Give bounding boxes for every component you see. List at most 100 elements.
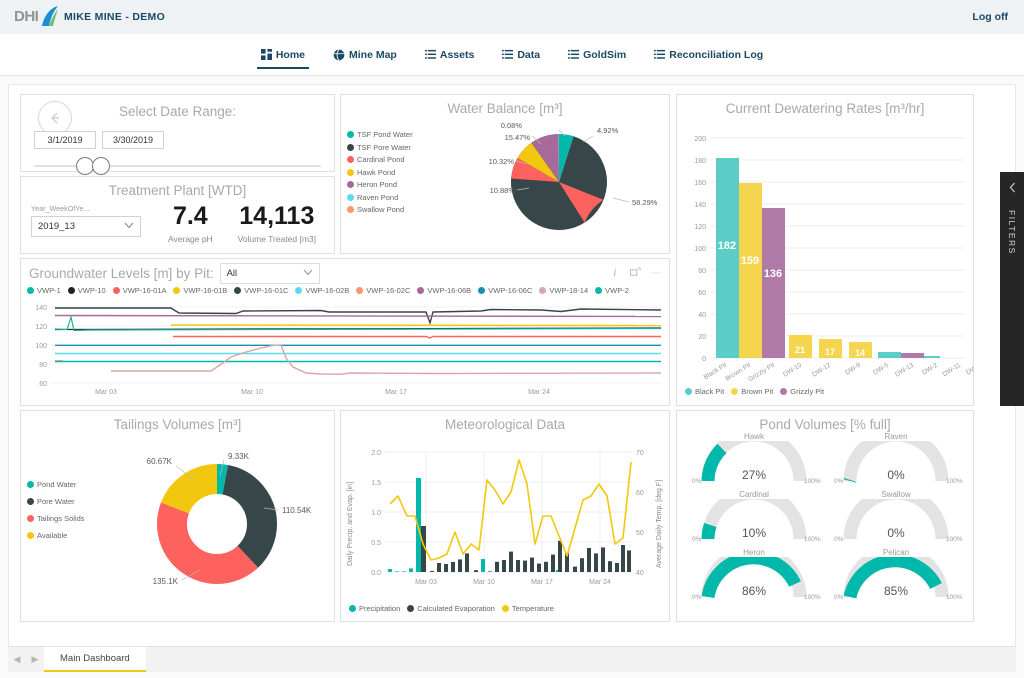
gauge-label: Cardinal: [739, 490, 769, 499]
legend-item[interactable]: Cardinal Pond: [347, 155, 437, 164]
tailings-donut-chart[interactable]: 9.33K 110.54K 135.1K 60.67K: [112, 432, 334, 614]
legend-item[interactable]: VWP-1: [27, 286, 61, 295]
svg-text:180: 180: [694, 158, 706, 165]
legend-item[interactable]: Precipitation: [349, 604, 400, 613]
filters-pane[interactable]: FILTERS: [1000, 172, 1024, 406]
legend-item[interactable]: Raven Pond: [347, 193, 437, 202]
average-ph-label: Average pH: [167, 234, 213, 244]
meteorological-title: Meteorological Data: [444, 417, 566, 432]
svg-text:14: 14: [855, 348, 865, 358]
pit-filter-select[interactable]: All: [219, 263, 320, 284]
legend-item[interactable]: Brown Pit: [731, 387, 773, 396]
legend-item[interactable]: TSF Pond Water: [347, 130, 437, 139]
slider-track-right[interactable]: [110, 165, 321, 167]
gauge-value: 85%: [884, 584, 908, 598]
legend-item[interactable]: VWP-16-06B: [417, 286, 471, 295]
svg-text:Mar 03: Mar 03: [415, 579, 437, 586]
svg-text:100: 100: [35, 343, 47, 350]
nav-item-reconciliation-log[interactable]: Reconciliation Log: [640, 34, 777, 75]
legend-item[interactable]: Grizzly Pit: [780, 387, 824, 396]
svg-text:DW-13: DW-13: [894, 362, 915, 379]
svg-text:60: 60: [636, 490, 644, 497]
dewatering-bar-chart[interactable]: 200 180 160 140 120 100 80 60 40 20 0 182 159 136: [677, 116, 983, 389]
legend-item[interactable]: Tailings Solids: [27, 514, 112, 523]
meteorological-chart[interactable]: Daily Precip. and Evap. [in] Average Dai…: [341, 432, 669, 602]
nav-item-data[interactable]: Data: [488, 34, 554, 75]
gauge-label: Swallow: [881, 490, 911, 499]
gauge-label: Heron: [743, 548, 765, 557]
legend-item[interactable]: TSF Pore Water: [347, 143, 437, 152]
nav-item-assets[interactable]: Assets: [411, 34, 488, 75]
nav-label-data: Data: [517, 48, 541, 61]
svg-text:60: 60: [39, 381, 47, 388]
end-date-input[interactable]: 3/30/2019: [102, 131, 164, 149]
legend-item[interactable]: Hawk Pond: [347, 168, 437, 177]
water-balance-pie[interactable]: 0.08% 4.92% 15.47% 10.32% 10.88% 58.29%: [437, 116, 669, 244]
focus-mode-icon[interactable]: [630, 266, 641, 281]
slider-track-left[interactable]: [34, 165, 76, 167]
more-options-icon[interactable]: ⋯: [651, 268, 661, 279]
slider-handle-end[interactable]: [92, 157, 110, 175]
nav-label-assets: Assets: [439, 48, 475, 61]
prev-arrow-icon[interactable]: ◀: [8, 647, 26, 672]
chevron-left-icon[interactable]: [1008, 180, 1017, 198]
legend-item[interactable]: Pond Water: [27, 480, 112, 489]
gauge-swallow[interactable]: Swallow 0% 0% 100%: [825, 486, 967, 548]
next-arrow-icon[interactable]: ▶: [26, 647, 44, 672]
water-balance-legend: TSF Pond Water TSF Pore Water Cardinal P…: [341, 116, 437, 244]
gauge-heron[interactable]: Heron 86% 0% 100%: [683, 544, 825, 606]
panel-treatment-plant: Treatment Plant [WTD] Year_WeekOfYe... 2…: [20, 176, 335, 254]
gauge-raven[interactable]: Raven 0% 0% 100%: [825, 428, 967, 490]
nav-item-mine-map[interactable]: Mine Map: [319, 34, 411, 75]
nav-item-goldsim[interactable]: GoldSim: [554, 34, 640, 75]
legend-item[interactable]: Calculated Evaporation: [407, 604, 495, 613]
start-date-input[interactable]: 3/1/2019: [34, 131, 96, 149]
legend-item[interactable]: VWP-16-02C: [356, 286, 410, 295]
tailings-legend: Pond Water Pore Water Tailings Solids Av…: [21, 432, 112, 614]
groundwater-title: Groundwater Levels [m] by Pit:: [29, 266, 214, 281]
gauge-pelican[interactable]: Pelican 85% 0% 100%: [825, 544, 967, 606]
svg-text:1.5: 1.5: [371, 480, 381, 487]
svg-text:0.5: 0.5: [371, 540, 381, 547]
legend-item[interactable]: VWP-18-14: [539, 286, 588, 295]
gauge-value: 0%: [887, 526, 905, 540]
back-arrow-icon[interactable]: [38, 101, 72, 135]
legend-item[interactable]: Swallow Pond: [347, 205, 437, 214]
tailings-title: Tailings Volumes [m³]: [113, 417, 242, 432]
legend-item[interactable]: Temperature: [501, 604, 554, 613]
svg-text:182: 182: [718, 240, 736, 252]
legend-item[interactable]: Available: [27, 531, 112, 540]
gauge-hawk[interactable]: Hawk 27% 0% 100%: [683, 428, 825, 490]
groundwater-line-chart[interactable]: 140 120 100 80 60 Mar 03 Mar 10 Mar 17 M…: [21, 295, 669, 400]
legend-item[interactable]: VWP-2: [595, 286, 629, 295]
svg-text:Mar 10: Mar 10: [473, 579, 495, 586]
panel-water-balance: Water Balance [m³] TSF Pond Water TSF Po…: [340, 94, 670, 254]
svg-text:100%: 100%: [946, 594, 963, 601]
nav-item-home[interactable]: Home: [247, 34, 319, 75]
legend-item[interactable]: VWP-16-06C: [478, 286, 532, 295]
svg-text:DW-5: DW-5: [872, 362, 890, 377]
logo-text: DHI: [14, 8, 39, 25]
legend-item[interactable]: VWP-16-01B: [173, 286, 227, 295]
panel-tailings-volumes: Tailings Volumes [m³] Pond Water Pore Wa…: [20, 410, 335, 622]
legend-item[interactable]: Black Pit: [685, 387, 724, 396]
legend-item[interactable]: Heron Pond: [347, 180, 437, 189]
panel-pond-volumes: Pond Volumes [% full] Hawk 27% 0% 100% R…: [676, 410, 974, 622]
svg-text:0%: 0%: [834, 478, 844, 485]
info-icon[interactable]: i: [614, 268, 616, 279]
gauge-cardinal[interactable]: Cardinal 10% 0% 100%: [683, 486, 825, 548]
legend-item[interactable]: Pore Water: [27, 497, 112, 506]
legend-item[interactable]: VWP-16-01C: [234, 286, 288, 295]
svg-text:70: 70: [636, 450, 644, 457]
svg-text:120: 120: [694, 224, 706, 231]
legend-item[interactable]: VWP-16-01A: [112, 286, 166, 295]
legend-item[interactable]: VWP-10: [67, 286, 106, 295]
gauge-label: Hawk: [743, 432, 764, 441]
tab-main-dashboard[interactable]: Main Dashboard: [44, 647, 146, 672]
svg-text:21: 21: [795, 345, 805, 355]
svg-text:1.0: 1.0: [371, 510, 381, 517]
legend-item[interactable]: VWP-16-02B: [295, 286, 349, 295]
year-week-select[interactable]: 2019_13: [31, 216, 141, 237]
logoff-button[interactable]: Log off: [972, 11, 1008, 23]
meteorological-legend: Precipitation Calculated Evaporation Tem…: [341, 604, 669, 613]
